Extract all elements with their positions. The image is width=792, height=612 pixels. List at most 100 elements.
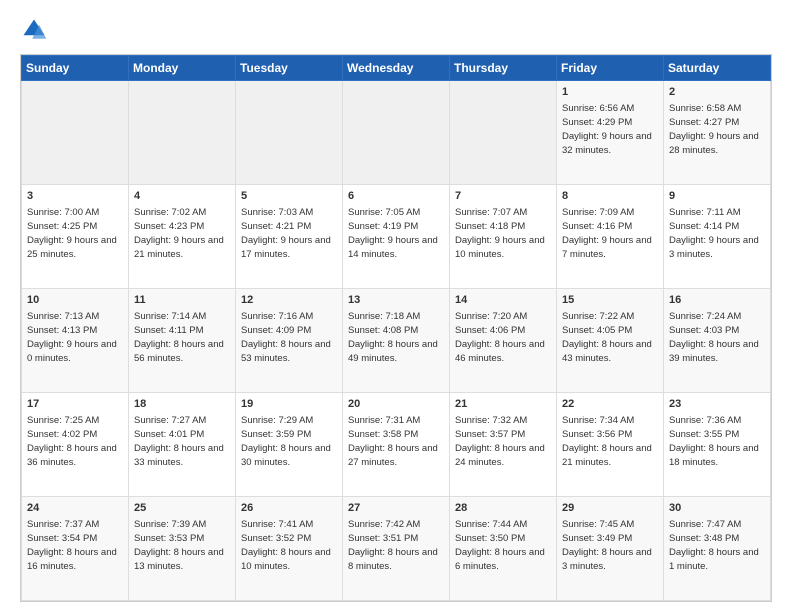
day-number: 22	[562, 397, 658, 412]
day-cell: 8 Sunrise: 7:09 AM Sunset: 4:16 PM Daylig…	[557, 185, 664, 289]
day-number: 24	[27, 501, 123, 516]
calendar: SundayMondayTuesdayWednesdayThursdayFrid…	[20, 54, 772, 602]
day-number: 6	[348, 189, 444, 204]
day-info: Sunrise: 7:36 AM Sunset: 3:55 PM Dayligh…	[669, 414, 765, 469]
day-info: Sunrise: 7:02 AM Sunset: 4:23 PM Dayligh…	[134, 206, 230, 261]
weekday-header-tuesday: Tuesday	[236, 56, 343, 81]
weekday-header-row: SundayMondayTuesdayWednesdayThursdayFrid…	[22, 56, 771, 81]
week-row-4: 17Sunrise: 7:25 AM Sunset: 4:02 PM Dayli…	[22, 393, 771, 497]
day-number: 12	[241, 293, 337, 308]
weekday-header-sunday: Sunday	[22, 56, 129, 81]
day-cell: 14 Sunrise: 7:20 AM Sunset: 4:06 PM Dayli…	[450, 289, 557, 393]
logo	[20, 16, 52, 44]
day-info: Sunrise: 7:05 AM Sunset: 4:19 PM Dayligh…	[348, 206, 444, 261]
weekday-header-thursday: Thursday	[450, 56, 557, 81]
day-cell	[236, 81, 343, 185]
day-number: 28	[455, 501, 551, 516]
weekday-header-monday: Monday	[129, 56, 236, 81]
day-cell: 16 Sunrise: 7:24 AM Sunset: 4:03 PM Dayli…	[664, 289, 771, 393]
day-number: 7	[455, 189, 551, 204]
day-info: Sunrise: 7:37 AM Sunset: 3:54 PM Dayligh…	[27, 518, 123, 573]
day-info: Sunrise: 7:07 AM Sunset: 4:18 PM Dayligh…	[455, 206, 551, 261]
day-number: 18	[134, 397, 230, 412]
day-info: Sunrise: 7:11 AM Sunset: 4:14 PM Dayligh…	[669, 206, 765, 261]
day-number: 20	[348, 397, 444, 412]
day-cell: 25 Sunrise: 7:39 AM Sunset: 3:53 PM Dayli…	[129, 497, 236, 601]
day-info: Sunrise: 7:20 AM Sunset: 4:06 PM Dayligh…	[455, 310, 551, 365]
day-info: Sunrise: 6:58 AM Sunset: 4:27 PM Dayligh…	[669, 102, 765, 157]
day-cell: 4 Sunrise: 7:02 AM Sunset: 4:23 PM Daylig…	[129, 185, 236, 289]
day-number: 8	[562, 189, 658, 204]
day-number: 25	[134, 501, 230, 516]
day-info: Sunrise: 7:47 AM Sunset: 3:48 PM Dayligh…	[669, 518, 765, 573]
day-number: 23	[669, 397, 765, 412]
day-cell: 24 Sunrise: 7:37 AM Sunset: 3:54 PM Dayli…	[22, 497, 129, 601]
day-cell	[22, 81, 129, 185]
day-info: Sunrise: 7:00 AM Sunset: 4:25 PM Dayligh…	[27, 206, 123, 261]
day-number: 13	[348, 293, 444, 308]
day-info: Sunrise: 7:13 AM Sunset: 4:13 PM Dayligh…	[27, 310, 123, 365]
day-number: 2	[669, 85, 765, 100]
day-info: Sunrise: 7:41 AM Sunset: 3:52 PM Dayligh…	[241, 518, 337, 573]
day-info: Sunrise: 7:42 AM Sunset: 3:51 PM Dayligh…	[348, 518, 444, 573]
day-cell: 7 Sunrise: 7:07 AM Sunset: 4:18 PM Daylig…	[450, 185, 557, 289]
day-cell	[343, 81, 450, 185]
day-cell: 6 Sunrise: 7:05 AM Sunset: 4:19 PM Daylig…	[343, 185, 450, 289]
day-info: Sunrise: 7:32 AM Sunset: 3:57 PM Dayligh…	[455, 414, 551, 469]
day-info: Sunrise: 6:56 AM Sunset: 4:29 PM Dayligh…	[562, 102, 658, 157]
day-cell: 10 Sunrise: 7:13 AM Sunset: 4:13 PM Dayli…	[22, 289, 129, 393]
day-info: Sunrise: 7:25 AM Sunset: 4:02 PM Dayligh…	[27, 414, 123, 469]
day-cell: 15 Sunrise: 7:22 AM Sunset: 4:05 PM Dayli…	[557, 289, 664, 393]
day-number: 19	[241, 397, 337, 412]
day-cell: 29 Sunrise: 7:45 AM Sunset: 3:49 PM Dayli…	[557, 497, 664, 601]
day-cell: 9 Sunrise: 7:11 AM Sunset: 4:14 PM Daylig…	[664, 185, 771, 289]
day-cell: 12 Sunrise: 7:16 AM Sunset: 4:09 PM Dayli…	[236, 289, 343, 393]
day-number: 4	[134, 189, 230, 204]
logo-icon	[20, 16, 48, 44]
day-info: Sunrise: 7:24 AM Sunset: 4:03 PM Dayligh…	[669, 310, 765, 365]
weekday-header-wednesday: Wednesday	[343, 56, 450, 81]
day-info: Sunrise: 7:14 AM Sunset: 4:11 PM Dayligh…	[134, 310, 230, 365]
day-cell: 2 Sunrise: 6:58 AM Sunset: 4:27 PM Daylig…	[664, 81, 771, 185]
day-info: Sunrise: 7:39 AM Sunset: 3:53 PM Dayligh…	[134, 518, 230, 573]
day-info: Sunrise: 7:22 AM Sunset: 4:05 PM Dayligh…	[562, 310, 658, 365]
day-info: Sunrise: 7:44 AM Sunset: 3:50 PM Dayligh…	[455, 518, 551, 573]
day-number: 27	[348, 501, 444, 516]
week-row-1: 1 Sunrise: 6:56 AM Sunset: 4:29 PM Daylig…	[22, 81, 771, 185]
day-cell: 22 Sunrise: 7:34 AM Sunset: 3:56 PM Dayli…	[557, 393, 664, 497]
day-info: Sunrise: 7:45 AM Sunset: 3:49 PM Dayligh…	[562, 518, 658, 573]
day-number: 10	[27, 293, 123, 308]
week-row-2: 3 Sunrise: 7:00 AM Sunset: 4:25 PM Daylig…	[22, 185, 771, 289]
day-info: Sunrise: 7:09 AM Sunset: 4:16 PM Dayligh…	[562, 206, 658, 261]
weekday-header-saturday: Saturday	[664, 56, 771, 81]
day-cell: 28 Sunrise: 7:44 AM Sunset: 3:50 PM Dayli…	[450, 497, 557, 601]
day-cell: 27 Sunrise: 7:42 AM Sunset: 3:51 PM Dayli…	[343, 497, 450, 601]
day-number: 3	[27, 189, 123, 204]
day-info: Sunrise: 7:31 AM Sunset: 3:58 PM Dayligh…	[348, 414, 444, 469]
day-cell: 17Sunrise: 7:25 AM Sunset: 4:02 PM Dayli…	[22, 393, 129, 497]
day-number: 1	[562, 85, 658, 100]
day-number: 30	[669, 501, 765, 516]
day-cell: 18 Sunrise: 7:27 AM Sunset: 4:01 PM Dayli…	[129, 393, 236, 497]
day-number: 9	[669, 189, 765, 204]
week-row-3: 10 Sunrise: 7:13 AM Sunset: 4:13 PM Dayli…	[22, 289, 771, 393]
day-cell: 26Sunrise: 7:41 AM Sunset: 3:52 PM Dayli…	[236, 497, 343, 601]
day-info: Sunrise: 7:34 AM Sunset: 3:56 PM Dayligh…	[562, 414, 658, 469]
day-number: 21	[455, 397, 551, 412]
day-info: Sunrise: 7:27 AM Sunset: 4:01 PM Dayligh…	[134, 414, 230, 469]
day-number: 14	[455, 293, 551, 308]
day-cell: 5Sunrise: 7:03 AM Sunset: 4:21 PM Daylig…	[236, 185, 343, 289]
header	[20, 16, 772, 44]
day-number: 11	[134, 293, 230, 308]
day-cell: 20 Sunrise: 7:31 AM Sunset: 3:58 PM Dayli…	[343, 393, 450, 497]
day-number: 16	[669, 293, 765, 308]
day-cell: 30 Sunrise: 7:47 AM Sunset: 3:48 PM Dayli…	[664, 497, 771, 601]
day-info: Sunrise: 7:03 AM Sunset: 4:21 PM Dayligh…	[241, 206, 337, 261]
day-cell	[450, 81, 557, 185]
day-number: 29	[562, 501, 658, 516]
day-number: 15	[562, 293, 658, 308]
day-info: Sunrise: 7:16 AM Sunset: 4:09 PM Dayligh…	[241, 310, 337, 365]
day-cell: 23 Sunrise: 7:36 AM Sunset: 3:55 PM Dayli…	[664, 393, 771, 497]
weekday-header-friday: Friday	[557, 56, 664, 81]
day-cell: 21 Sunrise: 7:32 AM Sunset: 3:57 PM Dayli…	[450, 393, 557, 497]
